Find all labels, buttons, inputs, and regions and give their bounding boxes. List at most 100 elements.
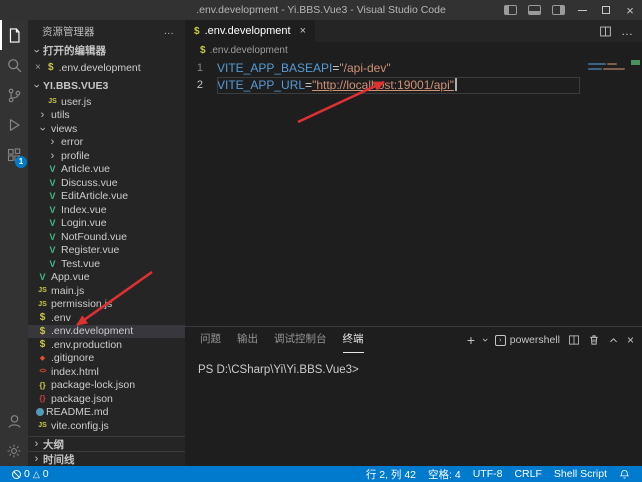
warning-icon: △: [33, 469, 40, 480]
maximize-button[interactable]: [594, 0, 618, 20]
close-editor-icon[interactable]: ×: [35, 62, 45, 73]
tree-item-index.html[interactable]: <>index.html: [28, 365, 185, 379]
search-icon[interactable]: [0, 50, 28, 80]
file-name: NotFound.vue: [61, 231, 127, 243]
panel-tab-输出[interactable]: 输出: [237, 327, 258, 353]
tree-item-Article.vue[interactable]: VArticle.vue: [28, 163, 185, 177]
split-terminal-icon[interactable]: [568, 334, 580, 346]
terminal-output[interactable]: PS D:\CSharp\Yi\Yi.BBS.Vue3>: [185, 353, 642, 466]
vue-file-icon: V: [46, 245, 59, 255]
status-language-mode[interactable]: Shell Script: [548, 468, 613, 480]
status-encoding[interactable]: UTF-8: [467, 468, 509, 480]
json-lock-file-icon: {}: [36, 381, 49, 390]
tab-bar: $ .env.development × …: [185, 20, 642, 42]
file-name: permission.js: [51, 298, 112, 310]
tree-item-Discuss.vue[interactable]: VDiscuss.vue: [28, 176, 185, 190]
tree-item-utils[interactable]: ›utils: [28, 109, 185, 123]
line-content: VITE_APP_URL="http://localhost:19001/api…: [217, 77, 580, 94]
split-editor-icon[interactable]: [599, 25, 612, 38]
minimize-button[interactable]: [570, 0, 594, 20]
tree-item-EditArticle.vue[interactable]: VEditArticle.vue: [28, 190, 185, 204]
tree-item-Register.vue[interactable]: VRegister.vue: [28, 244, 185, 258]
tree-item-Login.vue[interactable]: VLogin.vue: [28, 217, 185, 231]
status-eol[interactable]: CRLF: [508, 468, 547, 480]
tree-item-package-lock.json[interactable]: {}package-lock.json: [28, 379, 185, 393]
toggle-secondary-sidebar-icon[interactable]: [546, 0, 570, 20]
status-cursor-position[interactable]: 行 2, 列 42: [360, 467, 422, 482]
tree-item-App.vue[interactable]: VApp.vue: [28, 271, 185, 285]
tree-item-permission.js[interactable]: JSpermission.js: [28, 298, 185, 312]
tree-item-vite.config.js[interactable]: JSvite.config.js: [28, 419, 185, 433]
toggle-sidebar-icon[interactable]: [498, 0, 522, 20]
file-name: README.md: [46, 406, 108, 418]
editor-more-actions-icon[interactable]: …: [621, 24, 633, 38]
timeline-section[interactable]: › 时间线: [28, 451, 185, 466]
close-window-button[interactable]: ×: [618, 0, 642, 20]
tree-item-profile[interactable]: ›profile: [28, 149, 185, 163]
sidebar-title: 资源管理器: [42, 24, 95, 39]
maximize-panel-icon[interactable]: [608, 335, 619, 346]
tree-item-main.js[interactable]: JSmain.js: [28, 284, 185, 298]
tree-item-.env[interactable]: $.env: [28, 311, 185, 325]
source-control-icon[interactable]: [0, 80, 28, 110]
file-name: package-lock.json: [51, 379, 135, 391]
tree-item-NotFound.vue[interactable]: VNotFound.vue: [28, 230, 185, 244]
window-controls: ×: [498, 0, 642, 20]
tree-item-package.json[interactable]: {}package.json: [28, 392, 185, 406]
env-file-icon: $: [36, 326, 49, 337]
tree-item-user.js[interactable]: JSuser.js: [28, 95, 185, 109]
explorer-icon[interactable]: [0, 20, 28, 50]
activity-bar: 1: [0, 20, 28, 466]
tree-item-.env.production[interactable]: $.env.production: [28, 338, 185, 352]
explorer-sidebar: 资源管理器 … › 打开的编辑器 × $ .env.development › …: [28, 20, 185, 466]
terminal-dropdown-icon[interactable]: ›: [483, 334, 487, 346]
open-editors-section[interactable]: › 打开的编辑器: [28, 42, 185, 59]
tab-env-development[interactable]: $ .env.development ×: [185, 20, 315, 42]
tree-item-Test.vue[interactable]: VTest.vue: [28, 257, 185, 271]
js-file-icon: JS: [36, 301, 49, 308]
breadcrumb[interactable]: $ .env.development: [185, 42, 642, 58]
panel-tab-问题[interactable]: 问题: [200, 327, 221, 353]
kill-terminal-icon[interactable]: [588, 334, 600, 346]
tree-item-Index.vue[interactable]: VIndex.vue: [28, 203, 185, 217]
env-file-icon: $: [36, 339, 49, 350]
project-root-section[interactable]: › YI.BBS.VUE3: [28, 76, 185, 95]
more-actions-icon[interactable]: …: [164, 25, 176, 37]
editor-group: $ .env.development × … $ .env.developmen…: [185, 20, 642, 466]
open-editor-item[interactable]: × $ .env.development: [28, 59, 185, 76]
line-number: 2: [185, 77, 217, 94]
file-name: .env: [51, 312, 71, 324]
bottom-panel: 问题输出调试控制台终端 + › › powershell: [185, 326, 642, 466]
new-terminal-icon[interactable]: +: [467, 332, 475, 348]
terminal-prompt: PS D:\CSharp\Yi\Yi.BBS.Vue3>: [198, 364, 359, 376]
shell-selector[interactable]: › powershell: [495, 334, 560, 346]
code-line-1[interactable]: 1VITE_APP_BASEAPI="/api-dev": [185, 60, 642, 77]
outline-section[interactable]: › 大纲: [28, 436, 185, 451]
file-name: main.js: [51, 285, 84, 297]
run-debug-icon[interactable]: [0, 110, 28, 140]
account-icon[interactable]: [0, 406, 28, 436]
tree-item-views[interactable]: ›views: [28, 122, 185, 136]
close-tab-icon[interactable]: ×: [300, 25, 306, 37]
extensions-icon[interactable]: 1: [0, 140, 28, 170]
file-name: .gitignore: [51, 352, 94, 364]
code-lines: 1VITE_APP_BASEAPI="/api-dev"2VITE_APP_UR…: [185, 60, 642, 94]
line-content: VITE_APP_BASEAPI="/api-dev": [217, 60, 580, 77]
status-indentation[interactable]: 空格: 4: [422, 467, 467, 482]
tree-item-error[interactable]: ›error: [28, 136, 185, 150]
toggle-panel-icon[interactable]: [522, 0, 546, 20]
problems-status[interactable]: 0 △ 0: [6, 468, 55, 480]
close-panel-icon[interactable]: ×: [627, 333, 634, 347]
panel-tab-终端[interactable]: 终端: [343, 327, 364, 353]
html-file-icon: <>: [36, 368, 49, 375]
minimap[interactable]: [586, 58, 636, 326]
code-line-2[interactable]: 2VITE_APP_URL="http://localhost:19001/ap…: [185, 77, 642, 94]
tree-item-README.md[interactable]: README.md: [28, 406, 185, 420]
notifications-bell-icon[interactable]: [613, 469, 636, 480]
file-name: user.js: [61, 96, 91, 108]
tree-item-.env.development[interactable]: $.env.development: [28, 325, 185, 339]
code-editor[interactable]: 1VITE_APP_BASEAPI="/api-dev"2VITE_APP_UR…: [185, 58, 642, 326]
settings-gear-icon[interactable]: [0, 436, 28, 466]
tree-item-.gitignore[interactable]: ◆.gitignore: [28, 352, 185, 366]
panel-tab-调试控制台[interactable]: 调试控制台: [274, 327, 327, 353]
